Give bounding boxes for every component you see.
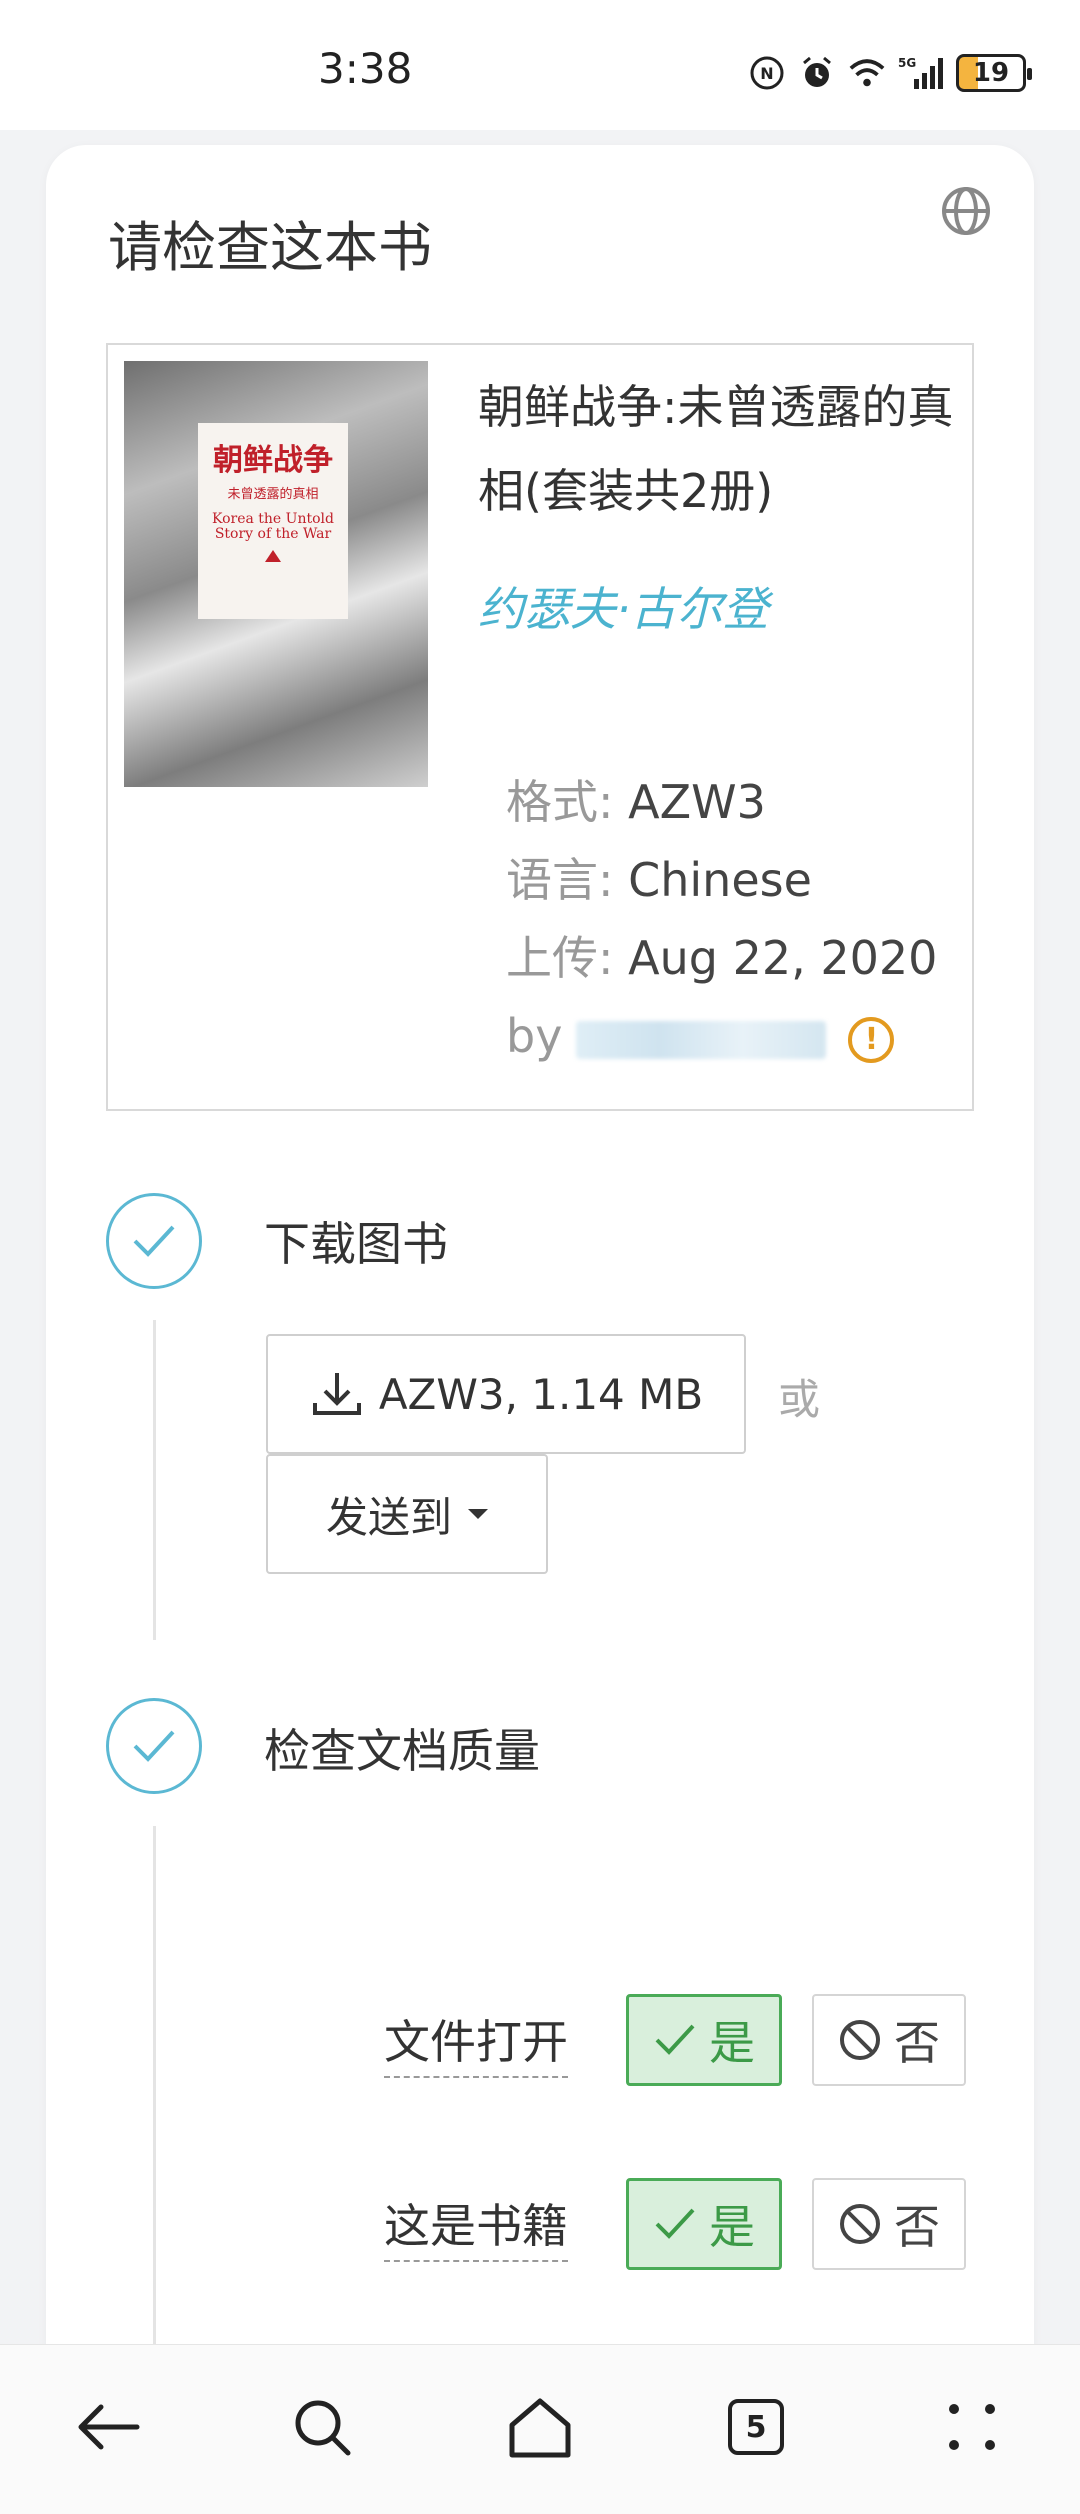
menu-button[interactable] <box>932 2387 1012 2467</box>
globe-icon[interactable] <box>938 183 994 239</box>
file-opens-yes-button[interactable]: 是 <box>626 1994 782 2086</box>
arrow-left-icon <box>78 2404 140 2450</box>
status-bar: 3:38 N 5G 19 <box>0 0 1080 130</box>
svg-text:N: N <box>760 64 773 83</box>
meta-upload: 上传: Aug 22, 2020 <box>506 931 938 985</box>
alarm-icon <box>798 54 836 92</box>
ban-icon <box>840 2020 880 2060</box>
back-button[interactable] <box>68 2387 148 2467</box>
download-step-line <box>153 1320 156 1640</box>
send-to-button[interactable]: 发送到 <box>266 1454 548 1574</box>
tabs-button[interactable]: 5 <box>716 2387 796 2467</box>
is-book-yes-button[interactable]: 是 <box>626 2178 782 2270</box>
home-icon <box>509 2398 571 2458</box>
book-review-card: 请检查这本书 朝鲜战争 未曾透露的真相 Korea the Untold Sto… <box>46 145 1034 2445</box>
question-file-opens[interactable]: 文件打开 <box>384 2006 568 2078</box>
bottom-navigation: 5 <box>0 2344 1080 2514</box>
search-button[interactable] <box>282 2387 362 2467</box>
cover-english-title: Korea the Untold Story of the War <box>212 511 334 542</box>
download-button-label: AZW3, 1.14 MB <box>378 1369 704 1419</box>
book-meta: 格式: AZW3 语言: Chinese 上传: Aug 22, 2020 by… <box>506 763 937 1075</box>
download-step-check-icon <box>106 1193 202 1289</box>
cover-title: 朝鲜战争 <box>213 443 333 478</box>
book-author[interactable]: 约瑟夫·古尔登 <box>478 573 769 639</box>
search-icon <box>295 2400 351 2456</box>
meta-uploader: by! <box>506 997 937 1075</box>
battery-indicator: 19 <box>956 54 1032 92</box>
quality-step-line <box>153 1826 156 2344</box>
question-is-book[interactable]: 这是书籍 <box>384 2190 568 2262</box>
cover-title-panel: 朝鲜战争 未曾透露的真相 Korea the Untold Story of t… <box>198 423 348 619</box>
cover-subtitle: 未曾透露的真相 <box>227 487 319 502</box>
status-icons: N 5G 19 <box>748 50 1032 96</box>
uploader-name-blurred[interactable] <box>576 1020 827 1059</box>
meta-format: 格式: AZW3 <box>506 775 766 829</box>
quality-step-check-icon <box>106 1698 202 1794</box>
check-icon <box>655 2024 695 2055</box>
send-to-label: 发送到 <box>325 1492 452 1542</box>
file-opens-no-button[interactable]: 否 <box>812 1994 966 2086</box>
or-text: 或 <box>778 1375 821 1424</box>
is-book-no-button[interactable]: 否 <box>812 2178 966 2270</box>
wifi-icon <box>848 54 886 92</box>
quality-step-title: 检查文档质量 <box>264 1724 540 1778</box>
signal-icon: 5G <box>898 54 944 92</box>
status-time: 3:38 <box>318 44 413 93</box>
download-azw3-button[interactable]: AZW3, 1.14 MB <box>266 1334 746 1454</box>
book-title: 朝鲜战争:未曾透露的真相(套装共2册) <box>478 380 954 518</box>
check-icon <box>655 2208 695 2239</box>
dots-menu-icon <box>949 2404 995 2450</box>
book-info-box: 朝鲜战争 未曾透露的真相 Korea the Untold Story of t… <box>106 343 974 1111</box>
download-step-title: 下载图书 <box>264 1217 448 1271</box>
home-button[interactable] <box>500 2387 580 2467</box>
warning-icon[interactable]: ! <box>848 1016 895 1063</box>
ban-icon <box>840 2204 880 2244</box>
book-cover[interactable]: 朝鲜战争 未曾透露的真相 Korea the Untold Story of t… <box>124 361 428 787</box>
tab-count: 5 <box>728 2399 784 2455</box>
chevron-down-icon <box>468 1509 488 1519</box>
cover-triangle-icon <box>265 550 281 562</box>
download-icon <box>312 1373 361 1415</box>
svg-text:5G: 5G <box>898 56 916 70</box>
data-saver-icon: N <box>748 54 786 92</box>
page-title: 请检查这本书 <box>108 216 432 279</box>
meta-language: 语言: Chinese <box>506 853 812 907</box>
